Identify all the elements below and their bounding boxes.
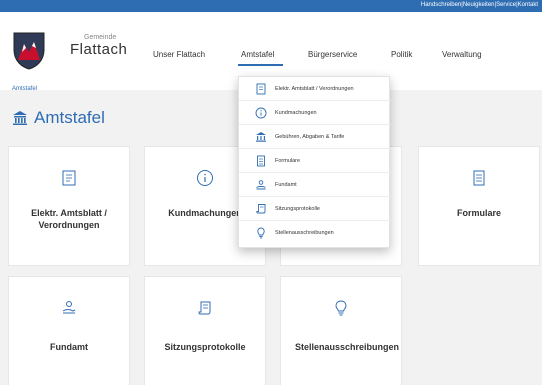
document-icon xyxy=(62,170,76,186)
scroll-icon xyxy=(198,301,211,315)
dropdown-item-label: Gebühren, Abgaben & Tarife xyxy=(275,134,345,140)
card-stellenausschreibungen[interactable]: Stellenausschreibungen xyxy=(280,276,402,385)
dropdown-item-label: Fundamt xyxy=(275,182,297,188)
nav-unser-flattach[interactable]: Unser Flattach xyxy=(153,50,205,59)
card-label: Stellenausschreibungen xyxy=(295,342,400,352)
nav-verwaltung[interactable]: Verwaltung xyxy=(442,50,482,59)
top-link-handschreiben[interactable]: Handschreiben xyxy=(421,2,461,8)
page-title: Amtstafel xyxy=(12,108,105,128)
card-formulare[interactable]: Formulare xyxy=(418,146,540,266)
dropdown-item-label: Kundmachungen xyxy=(275,110,317,116)
card-fundamt[interactable]: Fundamt xyxy=(8,276,130,385)
info-icon xyxy=(197,170,213,186)
top-utility-bar: Handschreiben | Neuigkeiten | Service | … xyxy=(0,0,542,12)
card-label: Fundamt xyxy=(50,342,88,352)
hand-icon xyxy=(256,180,266,190)
lightbulb-icon xyxy=(335,300,347,316)
hand-icon xyxy=(62,301,76,314)
card-label: Formulare xyxy=(456,208,501,218)
info-icon xyxy=(255,107,267,119)
card-label: Sitzungsprotokolle xyxy=(164,342,246,352)
dropdown-item-sitzungsprotokolle[interactable]: Sitzungsprotokolle xyxy=(239,199,391,221)
building-icon xyxy=(13,111,27,125)
card-label: Elektr. Amtsblatt / Verordnungen xyxy=(31,208,107,231)
form-icon xyxy=(473,170,485,186)
top-links: Handschreiben | Neuigkeiten | Service | … xyxy=(421,2,538,8)
page-title-text: Amtstafel xyxy=(34,108,105,127)
dropdown-item-fundamt[interactable]: Fundamt xyxy=(239,175,391,197)
dropdown-item-amtsblatt[interactable]: Elektr. Amtsblatt / Verordnungen xyxy=(239,79,391,101)
document-icon xyxy=(256,83,266,95)
scroll-icon xyxy=(256,204,266,214)
dropdown-item-label: Formulare xyxy=(275,158,301,164)
dropdown-item-gebuehren[interactable]: Gebühren, Abgaben & Tarife xyxy=(239,127,391,149)
building-icon xyxy=(256,132,266,142)
amtstafel-dropdown-menu: Elektr. Amtsblatt / Verordnungen Kundmac… xyxy=(238,76,391,248)
top-link-service[interactable]: Service xyxy=(496,2,516,8)
nav-amtstafel[interactable]: Amtstafel xyxy=(241,50,274,59)
top-link-kontakt[interactable]: Kontakt xyxy=(518,2,538,8)
card-amtsblatt[interactable]: Elektr. Amtsblatt / Verordnungen xyxy=(8,146,130,266)
lightbulb-icon xyxy=(257,227,265,239)
nav-politik[interactable]: Politik xyxy=(391,50,412,59)
card-sitzungsprotokolle[interactable]: Sitzungsprotokolle xyxy=(144,276,266,385)
brand-subtitle: Gemeinde xyxy=(84,34,117,41)
dropdown-item-formulare[interactable]: Formulare xyxy=(239,151,391,173)
dropdown-item-label: Stellenausschreibungen xyxy=(275,230,334,236)
dropdown-item-stellenausschreibungen[interactable]: Stellenausschreibungen xyxy=(239,223,391,245)
dropdown-item-kundmachungen[interactable]: Kundmachungen xyxy=(239,103,391,125)
dropdown-item-label: Sitzungsprotokolle xyxy=(275,206,320,212)
top-link-neuigkeiten[interactable]: Neuigkeiten xyxy=(463,2,495,8)
dropdown-item-label: Elektr. Amtsblatt / Verordnungen xyxy=(275,86,354,92)
form-icon xyxy=(257,155,265,167)
nav-buergerservice[interactable]: Bürgerservice xyxy=(308,50,357,59)
brand-name[interactable]: Flattach xyxy=(70,41,127,58)
coat-of-arms-logo[interactable] xyxy=(12,30,46,70)
breadcrumb[interactable]: Amtstafel xyxy=(12,86,37,92)
nav-active-indicator xyxy=(238,64,283,66)
